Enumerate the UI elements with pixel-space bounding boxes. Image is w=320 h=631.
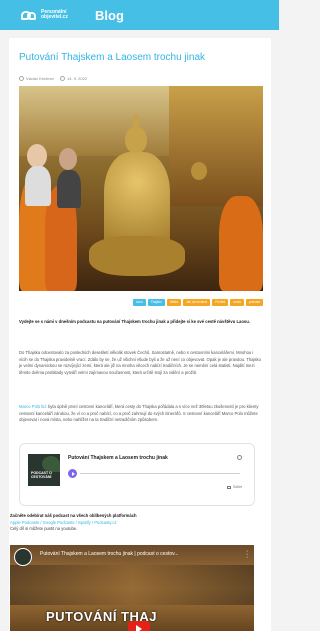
article-paragraph: Do Thajska odcestovalo za posledních des… (19, 350, 261, 375)
author-name: Václav Kirchner (26, 76, 55, 81)
play-button[interactable] (68, 469, 77, 478)
tag[interactable]: cesta (230, 299, 244, 306)
youtube-embed[interactable]: Putování Thajskem a Laosem trochu jinak … (10, 545, 254, 631)
share-label: Sdílet (233, 485, 242, 489)
page: Personální objevitel.cz Blog Putování Th… (0, 0, 279, 631)
article-paragraph: Marco Polo ltd. byla úplně první cestovn… (19, 404, 263, 424)
logo-icon[interactable] (21, 10, 37, 21)
progress-bar[interactable] (80, 473, 240, 474)
subscribe-section: Začněte odebírat náš podcast na všech ob… (10, 513, 254, 533)
article-title: Putování Thajskem a Laosem trochu jinak (19, 52, 206, 63)
youtube-note: Celý díl si můžete pustit na youtube. (10, 526, 78, 531)
podcast-player: PODCAST O CESTOVÁNÍ Putování Thajskem a … (19, 443, 255, 506)
podcast-cover: PODCAST O CESTOVÁNÍ (28, 454, 60, 486)
video-title[interactable]: Putování Thajskem a Laosem trochu jinak … (40, 551, 240, 557)
paragraph-text: byla úplně první cestovní kanceláří, kte… (19, 404, 259, 422)
author-icon (19, 76, 24, 81)
tag[interactable]: Pohled (212, 299, 229, 306)
share-icon (227, 485, 232, 489)
more-icon[interactable]: · · · (246, 548, 248, 561)
tag-list: Laos Thajsko Afrika Jak na revoluci Pohl… (99, 299, 263, 306)
tag[interactable]: Afrika (166, 299, 181, 306)
tag[interactable]: podcast (245, 299, 263, 306)
blog-title[interactable]: Blog (95, 8, 124, 23)
article-date: 14. 9. 2022 (67, 76, 88, 81)
article-card: Putování Thajskem a Laosem trochu jinak … (9, 38, 271, 631)
subscribe-heading: Začněte odebírat náš podcast na všech ob… (10, 513, 137, 518)
article-intro: Vydejte se s námi v dnešním podcastu na … (19, 319, 250, 324)
logo-text[interactable]: Personální objevitel.cz (41, 9, 89, 21)
tag[interactable]: Laos (132, 299, 146, 306)
channel-avatar[interactable] (14, 548, 32, 566)
episode-title: Putování Thajskem a Laosem trochu jinak (68, 455, 168, 461)
clock-icon (60, 76, 66, 81)
settings-icon[interactable] (237, 455, 242, 460)
article-meta: Václav Kirchner 14. 9. 2022 (19, 74, 87, 83)
top-bar: Personální objevitel.cz Blog (0, 0, 279, 30)
cover-text: PODCAST O CESTOVÁNÍ (31, 471, 52, 479)
marco-polo-link[interactable]: Marco Polo ltd. (19, 404, 47, 409)
share-button[interactable]: Sdílet (227, 485, 242, 489)
tag[interactable]: Thajsko (147, 299, 165, 306)
tag[interactable]: Jak na revoluci (183, 299, 211, 306)
hero-image (19, 86, 263, 291)
youtube-play-icon[interactable] (128, 621, 150, 631)
